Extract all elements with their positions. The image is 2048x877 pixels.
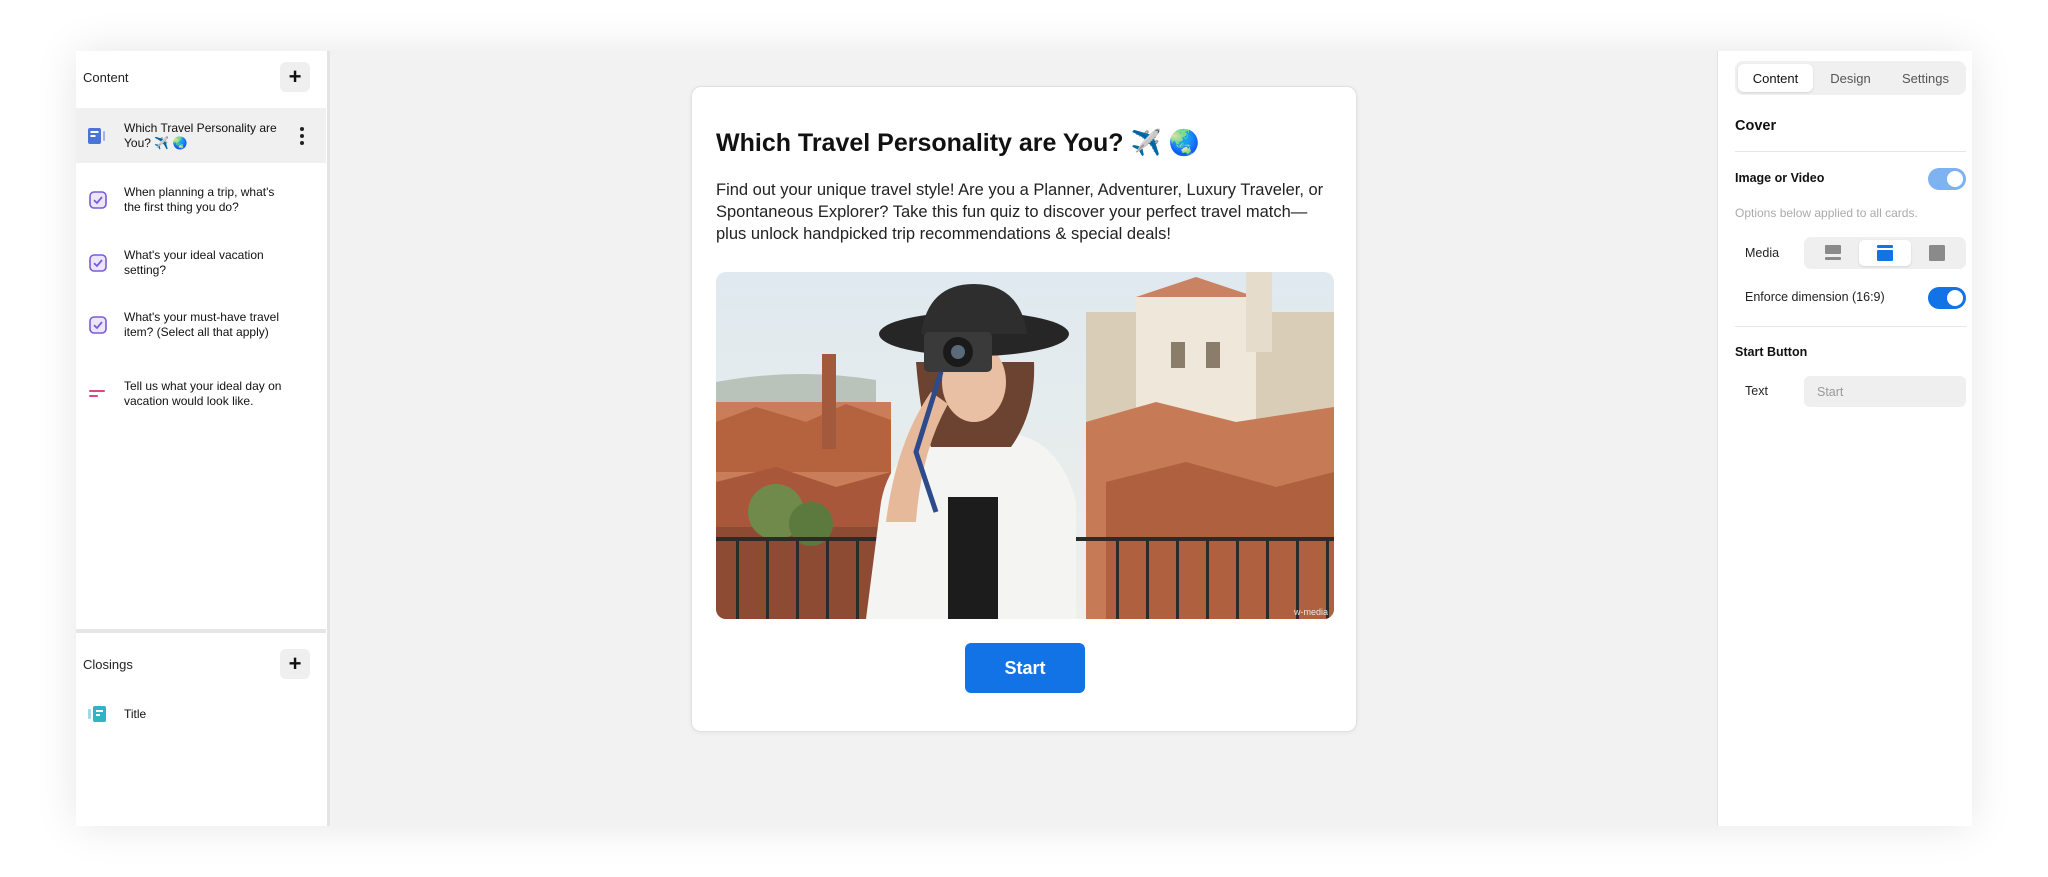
options-hint: Options below applied to all cards.	[1735, 206, 1918, 220]
sidebar-item-label: What's your ideal vacation setting?	[124, 248, 264, 277]
sidebar-item-label: When planning a trip, what's the first t…	[124, 185, 275, 214]
panel-tabs: Content Design Settings	[1735, 61, 1966, 95]
sidebar-item-label: What's your must-have travel item? (Sele…	[124, 310, 280, 339]
start-button-heading: Start Button	[1735, 345, 1808, 359]
tab-design[interactable]: Design	[1813, 64, 1888, 92]
image-watermark: w-media	[1293, 607, 1328, 617]
checkbox-question-icon	[84, 249, 112, 277]
closings-heading: Closings	[83, 656, 133, 672]
sidebar-item-label: Title	[124, 706, 147, 721]
panel-divider	[1735, 326, 1966, 327]
media-layout-selector	[1804, 237, 1966, 269]
properties-panel: Content Design Settings Cover Image or V…	[1717, 51, 1972, 826]
sidebar-item-question[interactable]: Tell us what your ideal day on vacation …	[76, 366, 326, 422]
closings-section-header: Closings +	[76, 638, 326, 690]
sidebar-item-label: Tell us what your ideal day on vacation …	[124, 379, 282, 408]
media-full-icon[interactable]	[1911, 240, 1963, 266]
cover-card-icon	[84, 122, 112, 150]
more-options-icon[interactable]	[298, 126, 306, 145]
checkbox-question-icon	[84, 311, 112, 339]
sidebar-item-closing[interactable]: Title	[76, 699, 326, 729]
sidebar-item-cover[interactable]: Which Travel Personality are You? ✈️ 🌏	[76, 108, 326, 163]
text-answer-icon	[84, 380, 112, 408]
add-content-button[interactable]: +	[280, 62, 310, 92]
sidebar-item-label: Which Travel Personality are You? ✈️ 🌏	[124, 120, 277, 150]
enforce-dimension-toggle[interactable]	[1928, 287, 1966, 309]
enforce-dimension-label: Enforce dimension (16:9)	[1745, 290, 1885, 304]
cover-card-preview: Which Travel Personality are You? ✈️ 🌏 F…	[691, 86, 1357, 732]
checkbox-question-icon	[84, 186, 112, 214]
tab-settings[interactable]: Settings	[1888, 64, 1963, 92]
image-or-video-toggle[interactable]	[1928, 168, 1966, 190]
sidebar-item-question[interactable]: What's your must-have travel item? (Sele…	[76, 297, 326, 353]
media-banner-icon[interactable]	[1859, 240, 1911, 266]
start-text-input[interactable]	[1804, 376, 1966, 407]
sidebar: Content + Which Travel Personality are Y…	[76, 51, 330, 826]
closing-card-icon	[84, 700, 112, 728]
image-or-video-label: Image or Video	[1735, 171, 1825, 185]
card-description[interactable]: Find out your unique travel style! Are y…	[716, 179, 1336, 245]
start-button[interactable]: Start	[965, 643, 1085, 693]
card-title[interactable]: Which Travel Personality are You? ✈️ 🌏	[716, 129, 1200, 158]
text-label: Text	[1745, 384, 1768, 398]
sidebar-item-question[interactable]: When planning a trip, what's the first t…	[76, 172, 326, 228]
cover-heading: Cover	[1735, 118, 1777, 134]
cover-image[interactable]: w-media	[716, 272, 1334, 619]
sidebar-divider	[76, 629, 326, 633]
content-section-header: Content +	[76, 51, 326, 103]
media-label: Media	[1745, 246, 1780, 260]
panel-divider	[1735, 151, 1966, 152]
content-heading: Content	[83, 69, 129, 85]
add-closing-button[interactable]: +	[280, 649, 310, 679]
sidebar-item-question[interactable]: What's your ideal vacation setting?	[76, 242, 326, 284]
tab-content[interactable]: Content	[1738, 64, 1813, 92]
media-top-icon[interactable]	[1807, 240, 1859, 266]
quiz-builder-window: Content + Which Travel Personality are Y…	[76, 51, 1972, 826]
